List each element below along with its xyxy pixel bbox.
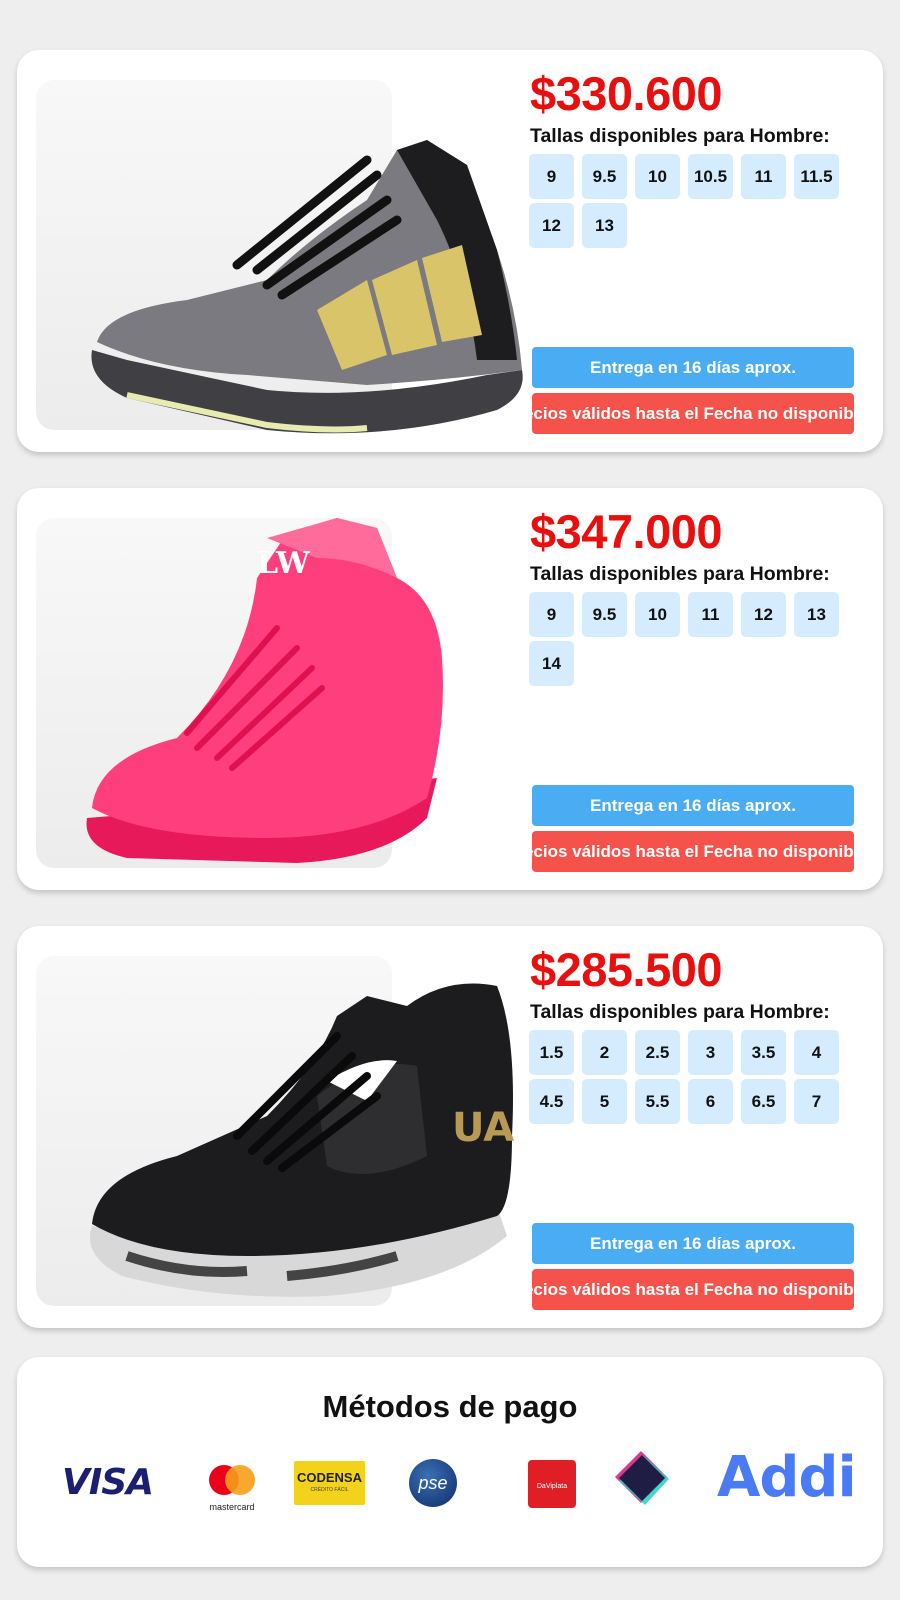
price-validity-text: Precios válidos hasta el Fecha no dispon… bbox=[532, 842, 854, 861]
size-option[interactable]: 7 bbox=[794, 1079, 839, 1124]
size-option[interactable]: 1.5 bbox=[529, 1030, 574, 1075]
daviplata-logo: DaViplata bbox=[528, 1460, 576, 1508]
sizes-title: Tallas disponibles para Hombre: bbox=[530, 1001, 830, 1023]
size-option[interactable]: 12 bbox=[529, 203, 574, 248]
delivery-badge: Entrega en 16 días aprox. bbox=[532, 785, 854, 826]
delivery-badge: Entrega en 16 días aprox. bbox=[532, 1223, 854, 1264]
delivery-badge: Entrega en 16 días aprox. bbox=[532, 347, 854, 388]
size-option[interactable]: 10 bbox=[635, 592, 680, 637]
product-image[interactable]: LW bbox=[67, 518, 537, 878]
product-price: $330.600 bbox=[530, 67, 723, 120]
size-option[interactable]: 3.5 bbox=[741, 1030, 786, 1075]
price-validity-badge: Precios válidos hasta el Fecha no dispon… bbox=[532, 1269, 854, 1310]
daviplata-logo-text: DaViplata bbox=[536, 1483, 568, 1490]
diamond-wallet-icon bbox=[615, 1451, 669, 1505]
product-card: UA $285.500 Tallas disponibles para Homb… bbox=[17, 926, 883, 1328]
size-option[interactable]: 6 bbox=[688, 1079, 733, 1124]
size-option[interactable]: 14 bbox=[529, 641, 574, 686]
size-option[interactable]: 4 bbox=[794, 1030, 839, 1075]
pse-logo-text: pse bbox=[418, 1473, 448, 1493]
payment-methods-title: Métodos de pago bbox=[322, 1389, 578, 1424]
addi-logo: Addi bbox=[717, 1445, 857, 1510]
product-image[interactable]: UA bbox=[67, 956, 537, 1316]
size-option[interactable]: 4.5 bbox=[529, 1079, 574, 1124]
size-option[interactable]: 13 bbox=[794, 592, 839, 637]
codensa-logo-text: CODENSA bbox=[296, 1470, 362, 1485]
size-list: 9 9.5 10 11 12 13 14 bbox=[529, 592, 849, 690]
size-option[interactable]: 2.5 bbox=[635, 1030, 680, 1075]
size-option[interactable]: 13 bbox=[582, 203, 627, 248]
payment-methods-section: Métodos de pago VISA mastercard CODENSA … bbox=[17, 1357, 883, 1567]
price-validity-badge: Precios válidos hasta el Fecha no dispon… bbox=[532, 393, 854, 434]
mastercard-logo: mastercard bbox=[202, 1462, 262, 1512]
product-card: LW $347.000 Tallas disponibles para Homb… bbox=[17, 488, 883, 890]
codensa-logo: CODENSA CRÉDITO FÁCIL bbox=[294, 1461, 365, 1505]
size-option[interactable]: 9 bbox=[529, 154, 574, 199]
codensa-logo-subtext: CRÉDITO FÁCIL bbox=[310, 1487, 349, 1493]
size-option[interactable]: 5.5 bbox=[635, 1079, 680, 1124]
mastercard-logo-text: mastercard bbox=[209, 1502, 255, 1512]
product-price: $347.000 bbox=[530, 505, 723, 558]
price-validity-badge: Precios válidos hasta el Fecha no dispon… bbox=[532, 831, 854, 872]
size-option[interactable]: 3 bbox=[688, 1030, 733, 1075]
svg-text:UA: UA bbox=[452, 1105, 514, 1151]
product-price: $285.500 bbox=[530, 943, 723, 996]
size-list: 1.5 2 2.5 3 3.5 4 4.5 5 5.5 6 6.5 7 bbox=[529, 1030, 849, 1128]
sizes-title: Tallas disponibles para Hombre: bbox=[530, 125, 830, 147]
size-option[interactable]: 11 bbox=[741, 154, 786, 199]
product-card: $330.600 Tallas disponibles para Hombre:… bbox=[17, 50, 883, 452]
size-option[interactable]: 2 bbox=[582, 1030, 627, 1075]
visa-logo-text: VISA bbox=[62, 1462, 154, 1503]
size-option[interactable]: 10.5 bbox=[688, 154, 733, 199]
size-list: 9 9.5 10 10.5 11 11.5 12 13 bbox=[529, 154, 849, 252]
product-image[interactable] bbox=[67, 80, 537, 440]
price-validity-text: Precios válidos hasta el Fecha no dispon… bbox=[532, 404, 854, 423]
sizes-title: Tallas disponibles para Hombre: bbox=[530, 563, 830, 585]
visa-logo: VISA bbox=[62, 1462, 162, 1503]
size-option[interactable]: 11 bbox=[688, 592, 733, 637]
size-option[interactable]: 10 bbox=[635, 154, 680, 199]
price-validity-text: Precios válidos hasta el Fecha no dispon… bbox=[532, 1280, 854, 1299]
size-option[interactable]: 9 bbox=[529, 592, 574, 637]
size-option[interactable]: 12 bbox=[741, 592, 786, 637]
size-option[interactable]: 9.5 bbox=[582, 592, 627, 637]
svg-text:LW: LW bbox=[257, 546, 311, 581]
addi-logo-text: Addi bbox=[717, 1445, 857, 1510]
size-option[interactable]: 5 bbox=[582, 1079, 627, 1124]
size-option[interactable]: 6.5 bbox=[741, 1079, 786, 1124]
size-option[interactable]: 11.5 bbox=[794, 154, 839, 199]
size-option[interactable]: 9.5 bbox=[582, 154, 627, 199]
pse-logo: pse bbox=[409, 1459, 457, 1507]
